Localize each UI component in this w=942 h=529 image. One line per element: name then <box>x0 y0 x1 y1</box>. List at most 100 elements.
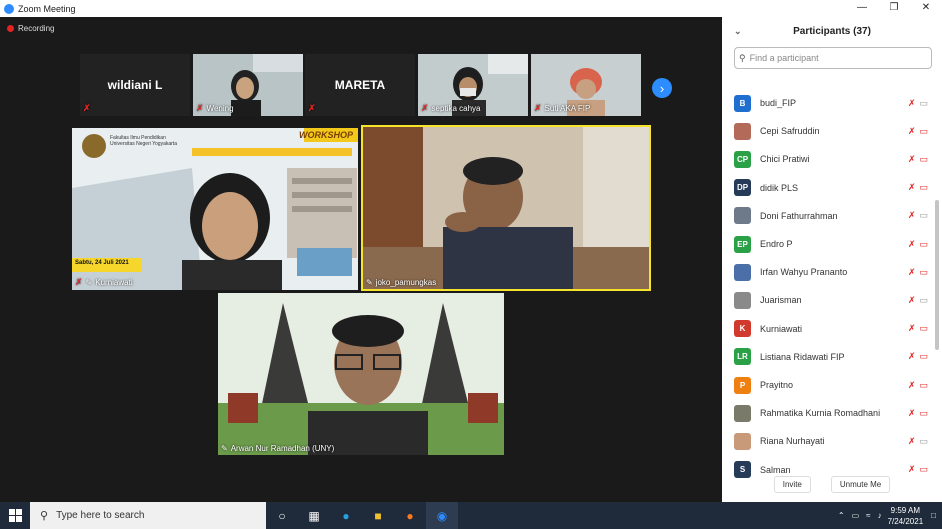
participant-row[interactable]: Doni Fathurrahman ✗ ▭ <box>722 202 932 230</box>
invite-button[interactable]: Invite <box>773 475 811 493</box>
video-off-icon[interactable]: ▭ <box>919 380 928 391</box>
cortana-icon[interactable]: ○ <box>266 502 298 529</box>
participant-row[interactable]: Cepi Safruddin ✗ ▭ <box>722 117 932 145</box>
muted-mic-icon[interactable]: ✗ <box>908 267 916 278</box>
edge-browser-icon[interactable]: ● <box>330 502 362 529</box>
video-off-icon[interactable]: ▭ <box>919 154 928 165</box>
video-on-icon[interactable]: ▭ <box>919 210 928 221</box>
tile-label: ✎ joko_pamungkas <box>366 278 436 287</box>
muted-mic-icon[interactable]: ✗ <box>908 154 916 165</box>
tile-label: ✗ <box>83 103 91 114</box>
chevron-right-icon: › <box>659 80 665 96</box>
participant-row[interactable]: DP didik PLS ✗ ▭ <box>722 174 932 202</box>
video-tile-kurniawati[interactable]: Fakultas Ilmu Pendidikan Universitas Neg… <box>72 128 358 290</box>
participant-name: Suti AKA FIP <box>544 104 591 113</box>
minimize-icon[interactable]: — <box>846 0 878 17</box>
video-off-icon[interactable]: ▭ <box>919 239 928 250</box>
avatar: CP <box>734 150 751 168</box>
video-tile-arwan[interactable]: ✎ Arwan Nur Ramadhan (UNY) <box>218 293 504 455</box>
banner-date: Sabtu, 24 Juli 2021 <box>75 260 129 266</box>
participant-row[interactable]: P Prayitno ✗ ▭ <box>722 371 932 399</box>
strip-tile-suti[interactable]: ✗ Suti AKA FIP <box>531 54 641 116</box>
chevron-down-icon[interactable]: ⌄ <box>734 26 742 37</box>
muted-mic-icon: ✗ <box>196 103 204 113</box>
participant-search-input[interactable]: ⚲ Find a participant <box>734 47 932 69</box>
tile-label: ✗ septika cahya <box>421 103 480 114</box>
unmute-me-button[interactable]: Unmute Me <box>830 475 891 493</box>
volume-icon[interactable]: ♪ <box>878 511 882 520</box>
participant-row[interactable]: Bbudi_FIP ✗ ▭ <box>722 89 932 117</box>
firefox-icon[interactable]: ● <box>394 502 426 529</box>
participant-name: Rahmatika Kurnia Romadhani <box>760 408 881 419</box>
clock[interactable]: 9:59 AM 7/24/2021 <box>888 505 924 527</box>
search-placeholder: Find a participant <box>749 53 819 63</box>
wifi-icon[interactable]: ≈ <box>866 511 870 520</box>
windows-start-icon[interactable] <box>0 509 30 522</box>
muted-mic-icon[interactable]: ✗ <box>908 239 916 250</box>
participant-name: didik PLS <box>760 182 799 193</box>
video-off-icon[interactable]: ▭ <box>919 267 928 278</box>
participant-name: Arwan Nur Ramadhan (UNY) <box>230 444 335 453</box>
avatar <box>734 207 751 225</box>
video-on-icon[interactable]: ▭ <box>919 295 928 306</box>
video-off-icon[interactable]: ▭ <box>919 351 928 362</box>
muted-mic-icon[interactable]: ✗ <box>908 436 916 447</box>
video-off-icon[interactable]: ▭ <box>919 182 928 193</box>
participant-row[interactable]: EP Endro P ✗ ▭ <box>722 230 932 258</box>
notifications-icon[interactable]: □ <box>931 511 936 520</box>
avatar <box>734 432 751 450</box>
participant-name: Prayitno <box>760 380 794 390</box>
muted-mic-icon[interactable]: ✗ <box>908 380 916 391</box>
strip-tile-septika[interactable]: ✗ septika cahya <box>418 54 528 116</box>
participant-row[interactable]: K Kurniawati ✗ ▭ <box>722 315 932 343</box>
video-off-icon[interactable]: ▭ <box>919 323 928 334</box>
participant-row[interactable]: Irfan Wahyu Prananto ✗ ▭ <box>722 258 932 286</box>
avatar <box>734 291 751 309</box>
participant-row[interactable]: Rahmatika Kurnia Romadhani ✗ ▭ <box>722 399 932 427</box>
muted-mic-icon[interactable]: ✗ <box>908 323 916 334</box>
muted-mic-icon[interactable]: ✗ <box>908 98 916 109</box>
taskbar: ⚲ Type here to search ○ ▦ ● ■ ● ◉ ⌃ ▭ ≈ … <box>0 502 942 529</box>
file-explorer-icon[interactable]: ■ <box>362 502 394 529</box>
avatar: LR <box>734 348 751 366</box>
muted-mic-icon[interactable]: ✗ <box>908 351 916 362</box>
restore-icon[interactable]: ❐ <box>878 0 910 17</box>
muted-mic-icon[interactable]: ✗ <box>908 295 916 306</box>
muted-mic-icon: ✗ <box>534 103 542 113</box>
system-tray: ⌃ ▭ ≈ ♪ 9:59 AM 7/24/2021 □ <box>838 502 942 529</box>
tray-chevron-up-icon[interactable]: ⌃ <box>838 511 845 520</box>
participants-scrollbar[interactable] <box>935 200 939 350</box>
task-view-icon[interactable]: ▦ <box>298 502 330 529</box>
video-off-icon[interactable]: ▭ <box>919 408 928 419</box>
video-tile-joko-active-speaker[interactable]: ✎ joko_pamungkas <box>361 125 651 291</box>
avatar: B <box>734 94 751 112</box>
title-bar: Zoom Meeting — ❐ ✕ <box>0 0 942 17</box>
participant-name: wildiani L <box>107 78 163 92</box>
next-page-button[interactable]: › <box>652 78 672 98</box>
avatar <box>734 263 751 281</box>
participant-row[interactable]: Riana Nurhayati ✗ ▭ <box>722 427 932 455</box>
participants-title: Participants (37) <box>793 25 871 37</box>
video-on-icon[interactable]: ▭ <box>919 98 928 109</box>
strip-tile-mareta[interactable]: MARETA ✗ <box>305 54 415 116</box>
muted-mic-icon[interactable]: ✗ <box>908 408 916 419</box>
participant-row[interactable]: Juarisman ✗ ▭ <box>722 286 932 314</box>
participant-name: Kurniawati <box>760 323 803 334</box>
battery-icon[interactable]: ▭ <box>852 511 860 520</box>
taskbar-search-input[interactable]: ⚲ Type here to search <box>30 502 266 529</box>
strip-tile-wildiani[interactable]: wildiani L ✗ <box>80 54 190 116</box>
strip-tile-wening[interactable]: ✗ Wening <box>193 54 303 116</box>
muted-mic-icon[interactable]: ✗ <box>908 182 916 193</box>
participant-row[interactable]: CP Chici Pratiwi ✗ ▭ <box>722 145 932 173</box>
close-icon[interactable]: ✕ <box>910 0 942 17</box>
participant-row[interactable]: LR Listiana Ridawati FIP ✗ ▭ <box>722 343 932 371</box>
participant-name: Kurniawati <box>95 278 133 287</box>
zoom-taskbar-icon[interactable]: ◉ <box>426 502 458 529</box>
search-icon: ⚲ <box>739 52 746 63</box>
tile-label: ✗ <box>308 103 316 114</box>
muted-mic-icon[interactable]: ✗ <box>908 126 916 137</box>
muted-mic-icon[interactable]: ✗ <box>908 210 916 221</box>
video-off-icon[interactable]: ▭ <box>919 126 928 137</box>
video-on-icon[interactable]: ▭ <box>919 436 928 447</box>
avatar: EP <box>734 235 751 253</box>
